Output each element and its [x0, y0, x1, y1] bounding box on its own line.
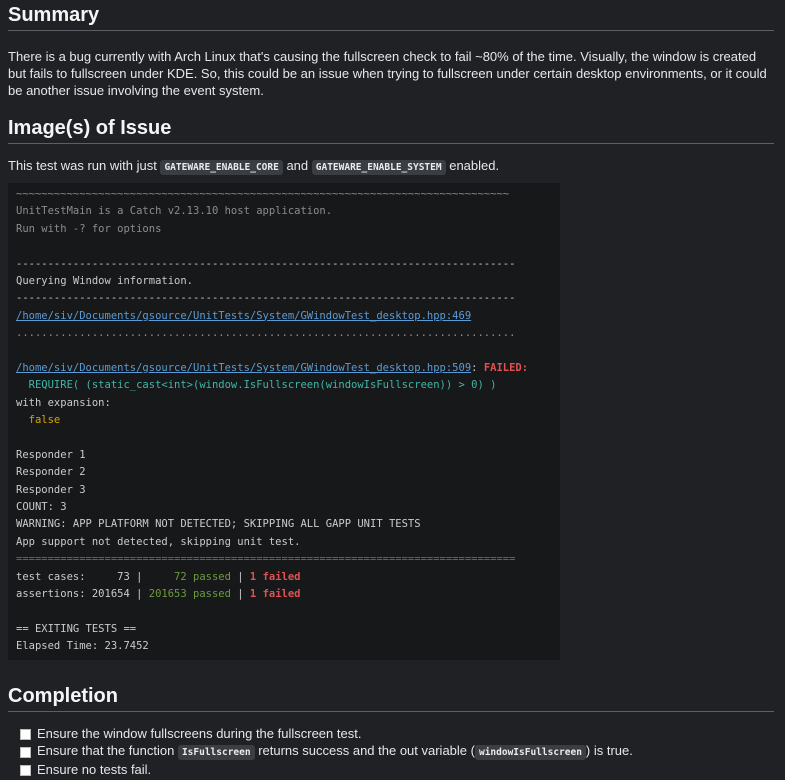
- console-line: UnitTestMain is a Catch v2.13.10 host ap…: [16, 205, 333, 218]
- console-line: App support not detected, skipping unit …: [16, 535, 301, 548]
- task-checkbox[interactable]: [20, 728, 31, 740]
- task-checkbox[interactable]: [20, 764, 31, 776]
- intro-and: and: [282, 158, 312, 173]
- console-line: ........................................…: [16, 327, 516, 340]
- summary-text: There is a bug currently with Arch Linux…: [8, 49, 767, 98]
- console-line: Run with -? for options: [16, 222, 162, 235]
- assertions-failed: 1 failed: [249, 587, 301, 600]
- test-cases-line: test cases: 73 | 72 passed | 1 failed: [16, 569, 552, 586]
- console-line: Responder 3: [16, 483, 86, 496]
- flag-core-code: GATEWARE_ENABLE_CORE: [160, 160, 283, 175]
- window-is-fullscreen-code: windowIsFullscreen: [474, 745, 586, 760]
- console-line: ========================================…: [16, 553, 516, 566]
- console-line: WARNING: APP PLATFORM NOT DETECTED; SKIP…: [16, 518, 421, 531]
- console-blank: [16, 343, 552, 360]
- console-line: ----------------------------------------…: [16, 257, 516, 270]
- console-colon: :: [471, 361, 484, 374]
- source-link-509[interactable]: /home/siv/Documents/gsource/UnitTests/Sy…: [16, 362, 471, 374]
- test-cases-label: test cases: 73 |: [16, 570, 149, 583]
- console-line: Elapsed Time: 23.7452: [16, 640, 149, 653]
- task-item: Ensure the window fullscreens during the…: [20, 725, 770, 743]
- task-item: Ensure that the function IsFullscreen re…: [20, 743, 770, 761]
- console-line: Querying Window information.: [16, 274, 194, 287]
- separator: |: [230, 570, 250, 583]
- test-cases-failed: 1 failed: [249, 570, 301, 583]
- expansion-value: false: [16, 414, 61, 427]
- task-text: Ensure that the function: [37, 743, 178, 758]
- assertions-label: assertions: 201654 |: [16, 587, 149, 600]
- intro-text: This test was run with just: [8, 158, 161, 173]
- images-intro: This test was run with just GATEWARE_ENA…: [8, 157, 774, 176]
- issue-body: Summary There is a bug currently with Ar…: [0, 0, 785, 780]
- completion-heading: Completion: [8, 685, 774, 712]
- flag-system-code: GATEWARE_ENABLE_SYSTEM: [311, 160, 446, 175]
- console-blank: [16, 238, 552, 255]
- source-link-469[interactable]: /home/siv/Documents/gsource/UnitTests/Sy…: [16, 310, 471, 322]
- task-label: Ensure that the function IsFullscreen re…: [37, 742, 633, 762]
- console-output: ~~~~~~~~~~~~~~~~~~~~~~~~~~~~~~~~~~~~~~~~…: [8, 183, 560, 660]
- test-cases-passed: 72 passed: [148, 570, 231, 583]
- console-line: Responder 1: [16, 448, 86, 461]
- assertions-passed: 201653 passed: [148, 587, 231, 600]
- require-expression: REQUIRE( (static_cast<int>(window.IsFull…: [16, 379, 497, 392]
- assertions-line: assertions: 201654 | 201653 passed | 1 f…: [16, 586, 552, 603]
- intro-post: enabled.: [445, 158, 500, 173]
- console-line: Responder 2: [16, 466, 86, 479]
- task-item: Ensure no tests fail.: [20, 761, 770, 779]
- isfullscreen-code: IsFullscreen: [177, 745, 255, 760]
- console-blank: [16, 429, 552, 446]
- task-label: Ensure the window fullscreens during the…: [37, 726, 362, 741]
- task-text: ) is true.: [585, 743, 633, 758]
- summary-heading: Summary: [8, 4, 774, 31]
- console-line: with expansion:: [16, 396, 111, 409]
- console-line: ----------------------------------------…: [16, 292, 516, 305]
- console-line: == EXITING TESTS ==: [16, 622, 137, 635]
- console-line: COUNT: 3: [16, 501, 67, 514]
- console-blank: [16, 603, 552, 620]
- separator: |: [230, 587, 250, 600]
- console-line: ~~~~~~~~~~~~~~~~~~~~~~~~~~~~~~~~~~~~~~~~…: [16, 188, 510, 200]
- task-checkbox[interactable]: [20, 746, 31, 758]
- failed-label: FAILED:: [483, 361, 529, 374]
- task-list: Ensure the window fullscreens during the…: [20, 725, 770, 779]
- images-heading: Image(s) of Issue: [8, 117, 774, 144]
- task-text: returns success and the out variable (: [254, 743, 475, 758]
- task-label: Ensure no tests fail.: [37, 762, 152, 777]
